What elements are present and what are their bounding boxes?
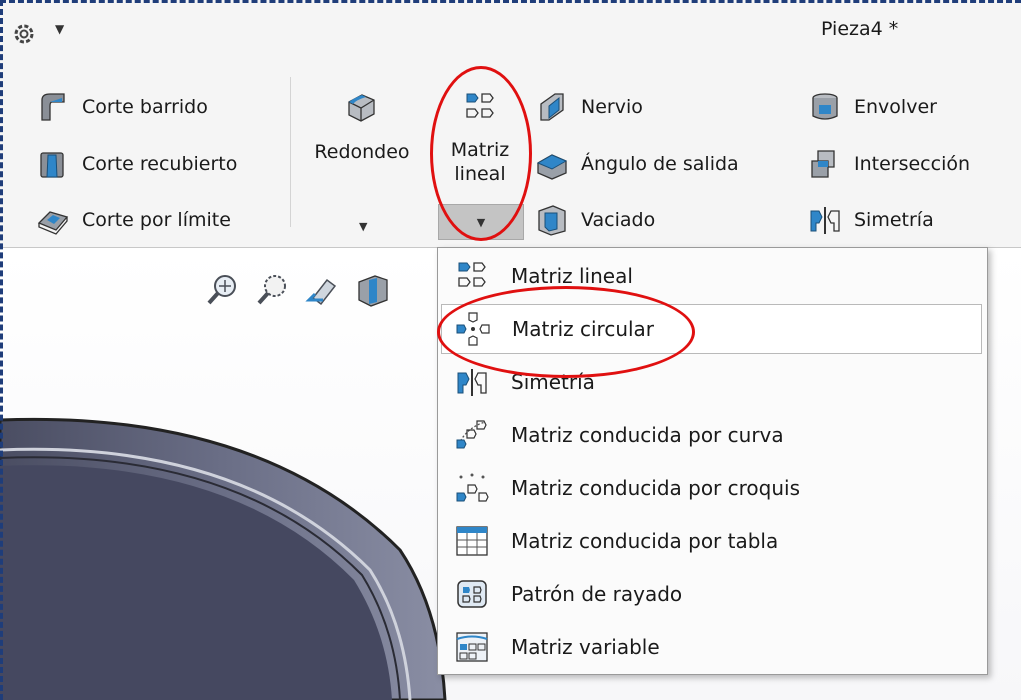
part-model-rim — [0, 417, 447, 700]
fillet-label[interactable]: Redondeo — [312, 140, 412, 164]
menu-item-label: Matriz conducida por croquis — [511, 476, 801, 500]
intersect-icon — [811, 150, 835, 178]
rib-icon — [540, 93, 564, 121]
sketch-driven-pattern-icon — [456, 473, 489, 502]
menu-item-label: Matriz conducida por curva — [511, 423, 784, 447]
rib-label: Nervio — [581, 96, 643, 118]
menu-item-fill-pattern[interactable]: Patrón de rayado — [441, 569, 982, 619]
fillet-dropdown-caret[interactable]: ▼ — [359, 220, 367, 233]
wrap-label: Envolver — [854, 96, 937, 118]
menu-item-label: Matriz conducida por tabla — [511, 529, 779, 553]
shell-icon — [538, 205, 566, 236]
menu-item-curve-driven-pattern[interactable]: Matriz conducida por curva — [441, 410, 982, 460]
curve-driven-pattern-icon — [456, 420, 487, 449]
menu-item-label: Simetría — [511, 370, 595, 394]
swept-cut-label: Corte barrido — [82, 96, 208, 118]
circular-pattern-icon — [456, 312, 490, 346]
lofted-cut-label: Corte recubierto — [82, 153, 238, 175]
mirror-icon — [810, 207, 840, 234]
table-driven-pattern-icon — [456, 526, 488, 556]
boundary-cut-icon — [37, 211, 69, 235]
previous-view-icon[interactable] — [305, 272, 341, 308]
menu-item-label: Matriz circular — [512, 317, 655, 341]
boundary-cut-label: Corte por límite — [82, 209, 231, 231]
linear-pattern-label[interactable]: Matriz lineal — [440, 138, 520, 186]
intersect-label: Intersección — [854, 153, 971, 175]
wrap-button[interactable]: Envolver — [808, 87, 937, 127]
wrap-icon — [812, 93, 838, 120]
fill-pattern-icon — [457, 580, 487, 608]
intersect-button[interactable]: Intersección — [808, 144, 970, 184]
draft-button[interactable]: Ángulo de salida — [535, 144, 739, 184]
draft-label: Ángulo de salida — [581, 153, 739, 175]
mirror-label: Simetría — [854, 209, 934, 231]
options-dropdown-caret[interactable]: ▼ — [55, 22, 64, 36]
variable-pattern-icon — [456, 632, 488, 662]
chevron-down-icon: ▼ — [476, 215, 486, 229]
shell-button[interactable]: Vaciado — [535, 200, 655, 240]
rib-button[interactable]: Nervio — [535, 87, 643, 127]
mirror-button[interactable]: Simetría — [808, 200, 934, 240]
swept-cut-button[interactable]: Corte barrido — [36, 87, 208, 127]
lofted-cut-icon — [40, 152, 64, 178]
boundary-cut-button[interactable]: Corte por límite — [36, 200, 231, 240]
pattern-dropdown-menu: Matriz lineal Matriz circular Simetría M… — [437, 247, 988, 675]
features-ribbon: Corte barrido Corte recubierto Corte por… — [0, 62, 1021, 248]
shell-label: Vaciado — [581, 209, 656, 231]
linear-pattern-label-line2: lineal — [454, 163, 506, 185]
menu-item-linear-pattern[interactable]: Matriz lineal — [441, 251, 982, 301]
menu-item-variable-pattern[interactable]: Matriz variable — [441, 622, 982, 672]
menu-item-mirror[interactable]: Simetría — [441, 357, 982, 407]
menu-item-label: Matriz lineal — [511, 264, 633, 288]
lofted-cut-button[interactable]: Corte recubierto — [36, 144, 237, 184]
fillet-icon[interactable] — [344, 90, 378, 124]
menu-item-table-driven-pattern[interactable]: Matriz conducida por tabla — [441, 516, 982, 566]
draft-icon — [536, 154, 568, 180]
linear-pattern-dropdown-caret[interactable]: ▼ — [438, 204, 524, 240]
mirror-icon — [457, 369, 487, 396]
gear-icon[interactable] — [10, 20, 38, 48]
section-view-icon[interactable] — [355, 272, 391, 308]
menu-item-label: Matriz variable — [511, 635, 660, 659]
swept-cut-icon — [41, 93, 65, 121]
ribbon-separator — [290, 77, 291, 227]
zoom-to-fit-icon[interactable] — [205, 272, 241, 308]
linear-pattern-icon — [458, 262, 486, 287]
document-title: Pieza4 * — [821, 18, 899, 40]
menu-item-sketch-driven-pattern[interactable]: Matriz conducida por croquis — [441, 463, 982, 513]
linear-pattern-icon[interactable] — [463, 90, 497, 124]
menu-item-label: Patrón de rayado — [511, 582, 683, 606]
title-bar: ▼ Pieza4 * — [0, 0, 1021, 63]
zoom-to-area-icon[interactable] — [255, 272, 291, 308]
heads-up-view-toolbar — [205, 272, 391, 308]
menu-item-circular-pattern[interactable]: Matriz circular — [441, 304, 982, 354]
linear-pattern-label-line1: Matriz — [450, 139, 510, 161]
